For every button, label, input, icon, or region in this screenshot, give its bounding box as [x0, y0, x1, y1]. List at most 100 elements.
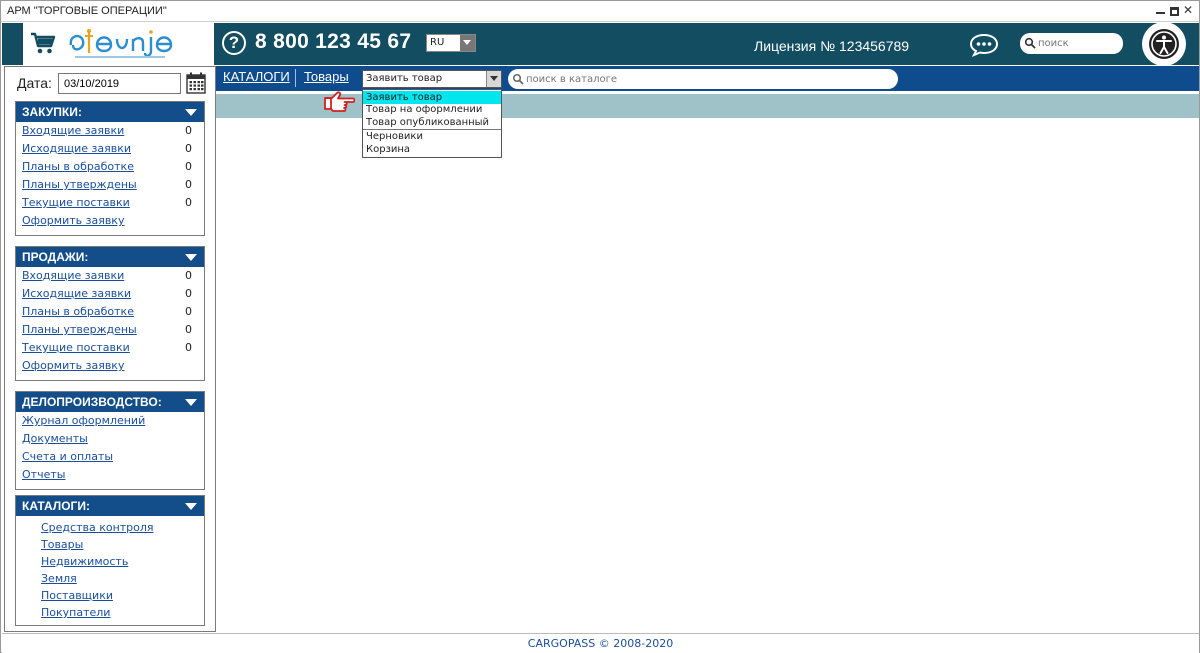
purchases-plans-processing-link[interactable]: Планы в обработке	[22, 160, 134, 173]
minimize-icon	[1155, 12, 1165, 14]
action-combobox-value: Заявить товар	[366, 73, 443, 84]
catalog-buyers-link[interactable]: Покупатели	[41, 606, 110, 619]
header-search-input[interactable]	[1038, 36, 1118, 51]
accessibility-icon	[1149, 29, 1179, 59]
list-item: Счета и оплаты	[16, 449, 204, 467]
maximize-button[interactable]	[1169, 4, 1179, 16]
sales-plans-approved-link[interactable]: Планы утверждены	[22, 323, 137, 336]
title-bar: АРМ "ТОРГОВЫЕ ОПЕРАЦИИ" ✕	[1, 1, 1199, 22]
list-item: Товары	[16, 536, 204, 553]
purchases-create-request-link[interactable]: Оформить заявку	[22, 214, 124, 227]
action-combobox[interactable]: Заявить товар	[362, 70, 502, 88]
list-item: Входящие заявки 0	[16, 123, 204, 141]
header-search[interactable]	[1020, 33, 1123, 54]
records-panel-header[interactable]: ДЕЛОПРОИЗВОДСТВО:	[16, 392, 204, 412]
dropdown-option-published[interactable]: Товар опубликованный	[363, 116, 501, 129]
breadcrumb-goods-link[interactable]: Товары	[304, 69, 349, 84]
sales-outgoing-link[interactable]: Исходящие заявки	[22, 287, 131, 300]
sales-current-deliveries-link[interactable]: Текущие поставки	[22, 341, 130, 354]
list-item: Оформить заявку	[16, 213, 204, 231]
catalog-suppliers-link[interactable]: Поставщики	[41, 589, 113, 602]
breadcrumb-separator	[295, 69, 296, 87]
footer: CARGOPASS © 2008-2020	[2, 633, 1199, 653]
purchases-plans-approved-link[interactable]: Планы утверждены	[22, 178, 137, 191]
purchases-current-deliveries-link[interactable]: Текущие поставки	[22, 196, 130, 209]
sales-create-request-link[interactable]: Оформить заявку	[22, 359, 124, 372]
list-item: Планы в обработке 0	[16, 304, 204, 322]
records-journal-link[interactable]: Журнал оформлений	[22, 414, 145, 427]
catalog-land-link[interactable]: Земля	[41, 572, 77, 585]
calendar-icon[interactable]	[186, 72, 206, 94]
list-item: Текущие поставки 0	[16, 340, 204, 358]
records-documents-link[interactable]: Документы	[22, 432, 88, 445]
item-count: 0	[185, 305, 192, 318]
list-item: Земля	[16, 570, 204, 587]
item-count: 0	[185, 323, 192, 336]
breadcrumb-catalogs-link[interactable]: КАТАЛОГИ	[223, 69, 290, 84]
records-panel-title: ДЕЛОПРОИЗВОДСТВО:	[22, 395, 162, 409]
catalogs-list: Средства контроля Товары Недвижимость Зе…	[16, 516, 204, 625]
help-icon[interactable]: ?	[222, 31, 246, 55]
item-count: 0	[185, 196, 192, 209]
item-count: 0	[185, 142, 192, 155]
purchases-list: Входящие заявки 0 Исходящие заявки 0 Планы…	[16, 122, 204, 235]
close-button[interactable]: ✕	[1183, 4, 1193, 16]
search-icon	[1024, 37, 1036, 49]
list-item: Планы утверждены 0	[16, 177, 204, 195]
date-field[interactable]	[58, 73, 181, 94]
item-count: 0	[185, 287, 192, 300]
language-select[interactable]: RU	[426, 34, 476, 52]
list-item: Отчеты	[16, 467, 204, 485]
list-item: Средства контроля	[16, 519, 204, 536]
dropdown-option-processing[interactable]: Товар на оформлении	[363, 103, 501, 116]
close-icon: ✕	[1182, 3, 1194, 17]
chevron-down-icon	[185, 254, 197, 261]
records-list: Журнал оформлений Документы Счета и опла…	[16, 412, 204, 489]
list-item: Недвижимость	[16, 553, 204, 570]
catalogs-panel: КАТАЛОГИ: Средства контроля Товары Недви…	[15, 495, 205, 626]
phone-number: 8 800 123 45 67	[255, 30, 412, 53]
chevron-down-icon	[185, 503, 197, 510]
minimize-button[interactable]	[1155, 4, 1165, 16]
records-invoices-link[interactable]: Счета и оплаты	[22, 450, 113, 463]
purchases-panel-header[interactable]: ЗАКУПКИ:	[16, 102, 204, 122]
sales-panel-header[interactable]: ПРОДАЖИ:	[16, 247, 204, 267]
sales-panel: ПРОДАЖИ: Входящие заявки 0 Исходящие заяв…	[15, 246, 205, 381]
chat-icon[interactable]	[969, 33, 999, 57]
catalog-search[interactable]	[508, 69, 898, 89]
sales-plans-processing-link[interactable]: Планы в обработке	[22, 305, 134, 318]
chevron-down-icon	[185, 399, 197, 406]
dropdown-option-drafts[interactable]: Черновики	[363, 130, 501, 143]
catalog-search-input[interactable]	[526, 72, 886, 86]
cart-icon[interactable]	[30, 31, 56, 55]
catalogs-panel-header[interactable]: КАТАЛОГИ:	[16, 496, 204, 516]
list-item: Планы утверждены 0	[16, 322, 204, 340]
license-number: Лицензия № 123456789	[754, 38, 910, 54]
catalog-navbar: КАТАЛОГИ Товары Заявить товар	[216, 66, 1199, 91]
language-value: RU	[430, 37, 445, 48]
chevron-down-icon	[460, 35, 475, 51]
dropdown-option-trash[interactable]: Корзина	[363, 143, 501, 156]
list-item: Входящие заявки 0	[16, 268, 204, 286]
sales-incoming-link[interactable]: Входящие заявки	[22, 269, 124, 282]
chevron-down-icon[interactable]	[486, 71, 501, 87]
purchases-panel-title: ЗАКУПКИ:	[22, 105, 82, 119]
item-count: 0	[185, 178, 192, 191]
records-panel: ДЕЛОПРОИЗВОДСТВО: Журнал оформлений Доку…	[15, 391, 205, 490]
catalog-controls-link[interactable]: Средства контроля	[41, 521, 154, 534]
records-reports-link[interactable]: Отчеты	[22, 468, 65, 481]
action-dropdown-list: Заявить товар Товар на оформлении Товар …	[362, 89, 502, 158]
catalog-realty-link[interactable]: Недвижимость	[41, 555, 128, 568]
purchases-panel: ЗАКУПКИ: Входящие заявки 0 Исходящие заяв…	[15, 101, 205, 236]
accessibility-button[interactable]	[1142, 22, 1186, 66]
purchases-incoming-link[interactable]: Входящие заявки	[22, 124, 124, 137]
list-item: Поставщики	[16, 587, 204, 604]
list-item: Текущие поставки 0	[16, 195, 204, 213]
maximize-icon	[1169, 7, 1179, 16]
list-item: Журнал оформлений	[16, 413, 204, 431]
purchases-outgoing-link[interactable]: Исходящие заявки	[22, 142, 131, 155]
sales-panel-title: ПРОДАЖИ:	[22, 250, 89, 264]
date-row: Дата:	[5, 72, 215, 96]
chevron-down-icon	[185, 109, 197, 116]
catalog-goods-link[interactable]: Товары	[41, 538, 83, 551]
